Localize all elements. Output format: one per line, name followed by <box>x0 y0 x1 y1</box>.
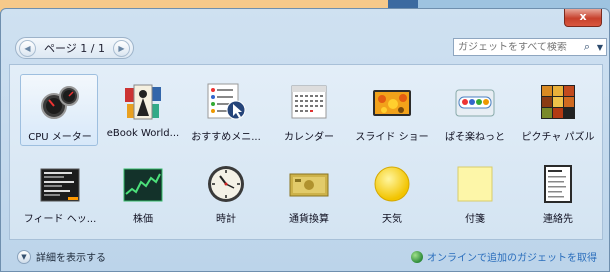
gadget-label: 連絡先 <box>543 214 573 225</box>
weather-icon <box>374 166 410 202</box>
search-icon[interactable]: ⌕ <box>580 40 594 54</box>
sticky-note-icon <box>457 166 493 202</box>
currency-icon <box>289 173 329 197</box>
gadget-label: カレンダー <box>284 132 334 143</box>
page-navigator: ◀ ページ 1 / 1 ▶ <box>15 37 134 59</box>
gadget-weather[interactable]: 天気 <box>352 156 430 228</box>
gadget-label: おすすめメニ... <box>191 132 261 143</box>
pasoraku-icon <box>455 89 495 117</box>
gadget-gallery: CPU メーター eBook World... おすすめメニ... カレンダー … <box>9 64 603 240</box>
close-button[interactable]: x <box>564 9 602 27</box>
clock-icon <box>208 166 244 202</box>
next-page-button[interactable]: ▶ <box>112 39 130 57</box>
gadget-recommend-menu[interactable]: おすすめメニ... <box>186 74 264 146</box>
dropdown-arrow-icon[interactable]: ▼ <box>594 43 606 52</box>
show-details-label[interactable]: 詳細を表示する <box>36 249 106 264</box>
recommend-menu-icon <box>207 83 246 120</box>
show-details-toggle[interactable]: ▼ 詳細を表示する <box>17 249 106 264</box>
gadget-label: eBook World... <box>106 128 180 139</box>
gadget-pasoraku[interactable]: ぱそ楽ねっと <box>435 74 513 146</box>
slideshow-icon <box>373 90 411 116</box>
stocks-icon <box>123 168 163 202</box>
get-more-gadgets-link[interactable]: オンラインで追加のガジェットを取得 <box>411 249 597 264</box>
get-more-gadgets-label[interactable]: オンラインで追加のガジェットを取得 <box>427 249 597 264</box>
gadget-slideshow[interactable]: スライド ショー <box>352 74 430 146</box>
gadget-stocks[interactable]: 株価 <box>103 156 181 228</box>
gadget-sticky-note[interactable]: 付箋 <box>435 156 513 228</box>
gadget-feed-headlines[interactable]: フィード ヘッ... <box>20 156 98 228</box>
footer-bar: ▼ 詳細を表示する オンラインで追加のガジェットを取得 <box>1 243 609 271</box>
contacts-icon <box>544 165 572 203</box>
gadget-label: 株価 <box>133 214 153 225</box>
gadget-label: 時計 <box>216 214 236 225</box>
globe-icon <box>411 250 423 263</box>
gadget-clock[interactable]: 時計 <box>186 156 264 228</box>
search-input[interactable] <box>454 41 580 53</box>
gadget-label: スライド ショー <box>355 132 429 143</box>
page-indicator: ページ 1 / 1 <box>44 42 105 55</box>
calendar-icon <box>291 85 327 119</box>
gadget-cpu-meter[interactable]: CPU メーター <box>20 74 98 146</box>
gadget-label: フィード ヘッ... <box>23 214 97 225</box>
gadget-label: 天気 <box>382 214 402 225</box>
gadget-label: 付箋 <box>465 214 485 225</box>
gadget-label: CPU メーター <box>28 132 92 143</box>
gadget-gallery-window: x ◀ ページ 1 / 1 ▶ ⌕ ▼ CPU メーター <box>0 8 610 272</box>
picture-puzzle-icon <box>541 85 575 119</box>
prev-page-button[interactable]: ◀ <box>19 39 36 57</box>
search-box: ⌕ ▼ <box>453 38 607 56</box>
ebook-world-icon <box>125 84 161 120</box>
gadget-contacts[interactable]: 連絡先 <box>518 156 596 228</box>
cpu-meter-icon <box>41 86 79 119</box>
gadget-currency[interactable]: 通貨換算 <box>269 156 347 228</box>
gadget-calendar[interactable]: カレンダー <box>269 74 347 146</box>
gadget-label: 通貨換算 <box>289 214 329 225</box>
gadget-label: ぱそ楽ねっと <box>445 132 505 143</box>
gadget-ebook-world[interactable]: eBook World... <box>103 74 181 146</box>
chevron-down-icon[interactable]: ▼ <box>17 249 31 264</box>
gadget-picture-puzzle[interactable]: ピクチャ パズル <box>518 74 596 146</box>
feed-headlines-icon <box>40 168 80 202</box>
gadget-label: ピクチャ パズル <box>521 132 595 143</box>
